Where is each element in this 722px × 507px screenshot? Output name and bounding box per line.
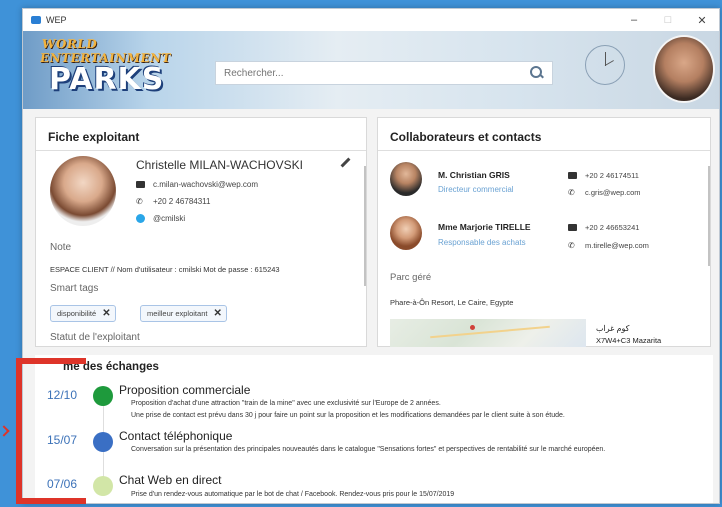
mail-icon	[136, 181, 145, 188]
park-address-plus-code: X7W4+C3 Mazarita	[596, 336, 662, 345]
note-label: Note	[50, 242, 72, 253]
exploitant-email-row[interactable]: c.milan-wachovski@wep.com	[136, 180, 258, 189]
exchange-description: Une prise de contact est prévu dans 30 j…	[131, 412, 565, 419]
maximize-button[interactable]: □	[651, 14, 685, 27]
contact-name: M. Christian GRIS	[438, 170, 510, 180]
window-controls: – □ ✕	[617, 14, 719, 27]
minimize-button[interactable]: –	[617, 14, 651, 27]
clock-icon	[585, 45, 625, 85]
exchange-title[interactable]: Proposition commerciale	[119, 383, 250, 397]
note-text: ESPACE CLIENT // Nom d'utilisateur : cmi…	[50, 265, 280, 274]
contact-email-row[interactable]: ✆ m.tirelle@wep.com	[568, 241, 649, 250]
smart-tag-label: disponibilité	[57, 309, 97, 318]
divider	[36, 150, 366, 151]
park-text: Phare-à-Ôn Resort, Le Caire, Egypte	[390, 298, 514, 307]
status-label: Statut de l'exploitant	[50, 332, 140, 343]
phone-icon: ✆	[568, 188, 575, 197]
highlight-bracket	[16, 358, 86, 504]
remove-tag-icon[interactable]: ✕	[102, 308, 110, 319]
skype-icon	[136, 214, 145, 223]
exploitant-name: Christelle MILAN-WACHOVSKI	[136, 158, 303, 172]
scrollbar[interactable]	[708, 166, 710, 266]
contacts-panel: Collaborateurs et contacts M. Christian …	[377, 117, 711, 347]
search-icon[interactable]	[530, 66, 544, 80]
exploitant-skype: @cmilski	[153, 214, 186, 223]
exploitant-panel-title: Fiche exploitant	[48, 130, 140, 144]
contacts-panel-title: Collaborateurs et contacts	[390, 130, 542, 144]
smart-tag[interactable]: disponibilité ✕	[50, 305, 116, 322]
header-banner: WORLD ENTERTAINMENT PARKS	[23, 31, 719, 109]
fax-icon	[568, 224, 577, 231]
window-title: WEP	[46, 15, 67, 25]
contact-avatar[interactable]	[390, 216, 422, 250]
contact-email: c.gris@wep.com	[585, 188, 641, 197]
phone-icon: ✆	[568, 241, 575, 250]
exchange-dot[interactable]	[93, 386, 113, 406]
exchanges-panel: mé des échanges 12/10 Proposition commer…	[35, 355, 713, 503]
park-label: Parc géré	[390, 272, 432, 283]
divider	[378, 150, 710, 151]
contact-role[interactable]: Directeur commercial	[438, 185, 514, 194]
exploitant-photo	[50, 156, 116, 226]
contact-avatar[interactable]	[390, 162, 422, 196]
user-avatar[interactable]	[653, 35, 715, 103]
smart-tags-label: Smart tags	[50, 283, 99, 294]
contact-phone-row[interactable]: +20 2 46653241	[568, 223, 639, 232]
logo-line1: WORLD ENTERTAINMENT	[39, 37, 172, 65]
arrow-right-icon	[0, 425, 10, 437]
exchange-title[interactable]: Chat Web en direct	[119, 473, 222, 487]
wep-logo[interactable]: WORLD ENTERTAINMENT PARKS	[39, 37, 196, 97]
contact-role[interactable]: Responsable des achats	[438, 238, 526, 247]
contact-name: Mme Marjorie TIRELLE	[438, 222, 531, 232]
title-bar: WEP – □ ✕	[23, 9, 719, 31]
close-button[interactable]: ✕	[685, 14, 719, 27]
park-map[interactable]	[390, 319, 586, 347]
exchange-dot[interactable]	[93, 476, 113, 496]
exploitant-email: c.milan-wachovski@wep.com	[153, 180, 259, 189]
exchange-description: Conversation sur la présentation des pri…	[131, 446, 606, 453]
search-box[interactable]	[215, 61, 553, 85]
contact-phone-row[interactable]: +20 2 46174511	[568, 171, 639, 180]
contact-email-row[interactable]: ✆ c.gris@wep.com	[568, 188, 641, 197]
edit-pencil-icon[interactable]	[340, 158, 350, 168]
exploitant-phone: +20 2 46784311	[153, 197, 211, 206]
exchange-title[interactable]: Contact téléphonique	[119, 429, 232, 443]
park-address-arabic: كوم غراب	[596, 324, 630, 333]
app-window: WEP – □ ✕ WORLD ENTERTAINMENT PARKS Fich…	[22, 8, 720, 504]
fax-icon	[568, 172, 577, 179]
search-input[interactable]	[224, 67, 530, 79]
exploitant-skype-row[interactable]: @cmilski	[136, 214, 185, 223]
logo-line2: PARKS	[49, 62, 165, 97]
smart-tag[interactable]: meilleur exploitant ✕	[140, 305, 227, 322]
exchange-dot[interactable]	[93, 432, 113, 452]
contact-phone: +20 2 46653241	[585, 223, 640, 232]
app-icon	[31, 16, 41, 24]
exchange-description: Prise d'un rendez-vous automatique par l…	[131, 491, 455, 498]
remove-tag-icon[interactable]: ✕	[213, 308, 221, 319]
exploitant-phone-row[interactable]: ✆ +20 2 46784311	[136, 197, 210, 206]
phone-icon: ✆	[136, 197, 143, 206]
contact-phone: +20 2 46174511	[585, 171, 639, 180]
contact-email: m.tirelle@wep.com	[585, 241, 649, 250]
scrollbar[interactable]	[364, 166, 366, 286]
map-pin-icon	[470, 325, 475, 330]
smart-tag-label: meilleur exploitant	[147, 309, 208, 318]
exchange-description: Proposition d'achat d'une attraction "tr…	[131, 400, 441, 407]
exploitant-panel: Fiche exploitant Christelle MILAN-WACHOV…	[35, 117, 367, 347]
